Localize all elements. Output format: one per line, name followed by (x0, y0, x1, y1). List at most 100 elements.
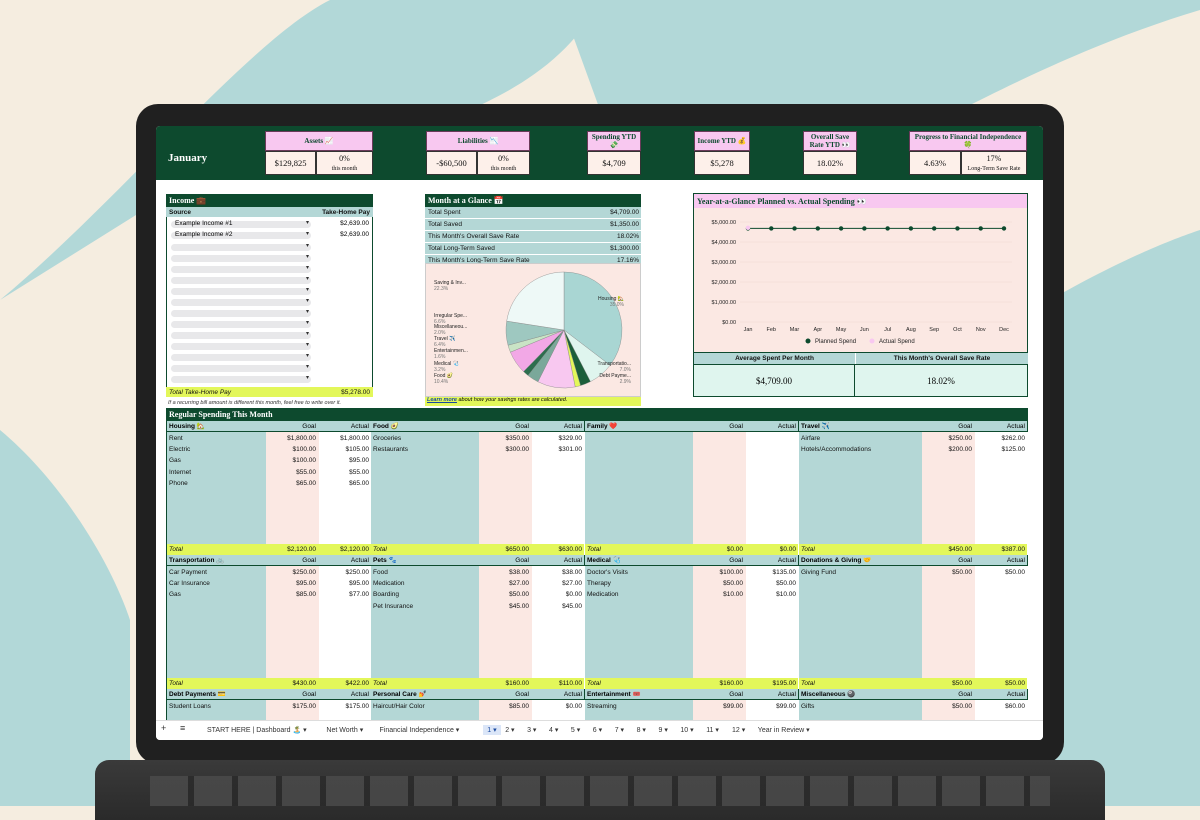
pie-label: Housing 🏡 (598, 295, 624, 302)
actual-value[interactable]: $250.00 (316, 569, 371, 576)
income-source-dropdown-empty[interactable] (171, 253, 311, 262)
sheet-tab[interactable]: 2 ▾ (505, 726, 514, 734)
actual-value[interactable]: $55.00 (316, 469, 371, 476)
goal-value[interactable]: $95.00 (266, 580, 316, 587)
actual-value[interactable]: $135.00 (743, 569, 798, 576)
goal-value[interactable]: $10.00 (693, 591, 743, 598)
goal-value[interactable]: $45.00 (479, 603, 529, 610)
income-source-dropdown-empty[interactable] (171, 297, 311, 306)
sheet-tab[interactable]: Net Worth ▾ (326, 726, 363, 734)
goal-value[interactable]: $85.00 (266, 591, 316, 598)
income-source-dropdown-empty[interactable] (171, 330, 311, 339)
planned-spend-point (908, 226, 914, 231)
sheet-tab[interactable]: Year in Review ▾ (758, 726, 810, 734)
income-amount-1[interactable]: $2,639.00 (340, 220, 369, 227)
income-source-dropdown-empty[interactable] (171, 242, 311, 251)
actual-value[interactable]: $262.00 (972, 435, 1027, 442)
goal-value[interactable]: $100.00 (693, 569, 744, 576)
glance-label: This Month's Overall Save Rate (428, 233, 520, 240)
spending-item-name: Boarding (373, 591, 400, 599)
spending-row: Gas $85.00 $77.00 (167, 589, 371, 600)
goal-value[interactable]: $85.00 (479, 703, 529, 710)
actual-value[interactable]: $105.00 (316, 446, 371, 453)
goal-value[interactable]: $50.00 (479, 591, 529, 598)
category-total-row: Total $160.00 $195.00 (585, 678, 798, 689)
actual-value[interactable]: $10.00 (743, 591, 798, 598)
actual-value[interactable]: $45.00 (529, 603, 584, 610)
income-source-dropdown-empty[interactable] (171, 308, 311, 317)
sheet-tab[interactable]: 4 ▾ (549, 726, 558, 734)
actual-value[interactable]: $125.00 (972, 446, 1027, 453)
goal-header: Goal (515, 422, 529, 430)
actual-value[interactable]: $95.00 (316, 457, 371, 464)
actual-value[interactable]: $0.00 (529, 703, 584, 710)
goal-value[interactable]: $1,800.00 (266, 435, 316, 442)
x-tick-label: Sep (929, 327, 939, 333)
goal-value[interactable]: $350.00 (479, 435, 530, 442)
actual-value[interactable]: $50.00 (743, 580, 798, 587)
income-source-dropdown-empty[interactable] (171, 275, 311, 284)
income-source-dropdown-empty[interactable] (171, 352, 311, 361)
goal-value[interactable]: $27.00 (479, 580, 529, 587)
goal-value[interactable]: $200.00 (922, 446, 973, 453)
actual-value[interactable]: $1,800.00 (316, 435, 371, 442)
goal-value[interactable]: $50.00 (922, 569, 972, 576)
sheet-tab[interactable]: 11 ▾ (706, 726, 719, 734)
sheet-tab[interactable]: 1 ▾ (483, 725, 501, 735)
income-source-dropdown-empty[interactable] (171, 319, 311, 328)
goal-value[interactable]: $100.00 (266, 457, 317, 464)
actual-value[interactable]: $301.00 (529, 446, 584, 453)
spending-row: Haircut/Hair Color $85.00 $0.00 (371, 701, 584, 712)
sheet-tab[interactable]: 10 ▾ (680, 726, 693, 734)
income-header-row: Source Take-Home Pay (166, 207, 373, 217)
actual-value[interactable]: $60.00 (972, 703, 1027, 710)
actual-value[interactable]: $175.00 (316, 703, 371, 710)
goal-value[interactable]: $55.00 (266, 469, 316, 476)
sheet-tab[interactable]: START HERE | Dashboard 🏝️ ▾ (207, 726, 307, 734)
spending-category-block: Debt Payments 💳 Goal Actual Student Loans $1… (166, 689, 372, 720)
all-sheets-icon[interactable]: ≡ (180, 723, 185, 733)
actual-value[interactable]: $329.00 (529, 435, 584, 442)
add-sheet-icon[interactable]: + (161, 723, 166, 733)
actual-value[interactable]: $27.00 (529, 580, 584, 587)
sheet-tab[interactable]: 9 ▾ (659, 726, 668, 734)
actual-value[interactable]: $99.00 (743, 703, 798, 710)
goal-value[interactable]: $65.00 (266, 480, 316, 487)
income-amount-2[interactable]: $2,639.00 (340, 231, 369, 238)
goal-value[interactable]: $50.00 (922, 703, 972, 710)
goal-value[interactable]: $250.00 (266, 569, 317, 576)
goal-value[interactable]: $300.00 (479, 446, 530, 453)
sheet-tab[interactable]: 8 ▾ (637, 726, 646, 734)
goal-value[interactable]: $175.00 (266, 703, 317, 710)
goal-value[interactable]: $250.00 (922, 435, 973, 442)
learn-more-link[interactable]: Learn more (427, 397, 457, 403)
goal-value[interactable]: $99.00 (693, 703, 743, 710)
sheet-tab[interactable]: 5 ▾ (571, 726, 580, 734)
actual-value[interactable]: $50.00 (972, 569, 1027, 576)
pie-label-pct: 2.9% (620, 379, 632, 385)
liabilities-change: 0% this month (477, 151, 530, 175)
goal-column (693, 432, 746, 555)
actual-value[interactable]: $95.00 (316, 580, 371, 587)
avg-spent-label: Average Spent Per Month (693, 353, 855, 364)
sheet-tab[interactable]: 7 ▾ (615, 726, 624, 734)
actual-value[interactable]: $77.00 (316, 591, 371, 598)
income-source-dropdown-empty[interactable] (171, 264, 311, 273)
goal-value[interactable]: $100.00 (266, 446, 317, 453)
actual-value[interactable]: $65.00 (316, 480, 371, 487)
sheet-tab[interactable]: 12 ▾ (732, 726, 745, 734)
goal-value[interactable]: $50.00 (693, 580, 743, 587)
spending-row: Doctor's Visits $100.00 $135.00 (585, 567, 798, 578)
sheet-tab[interactable]: 3 ▾ (527, 726, 536, 734)
income-source-dropdown-empty[interactable] (171, 363, 311, 372)
actual-value[interactable]: $0.00 (529, 591, 584, 598)
spending-row: Groceries $350.00 $329.00 (371, 433, 584, 444)
income-source-dropdown-empty[interactable] (171, 374, 311, 383)
sheet-tab[interactable]: Financial Independence ▾ (380, 726, 460, 734)
x-tick-label: Nov (976, 327, 986, 333)
goal-value[interactable]: $38.00 (479, 569, 529, 576)
income-source-dropdown-empty[interactable] (171, 341, 311, 350)
sheet-tab[interactable]: 6 ▾ (593, 726, 602, 734)
actual-value[interactable]: $38.00 (529, 569, 584, 576)
income-source-dropdown-empty[interactable] (171, 286, 311, 295)
